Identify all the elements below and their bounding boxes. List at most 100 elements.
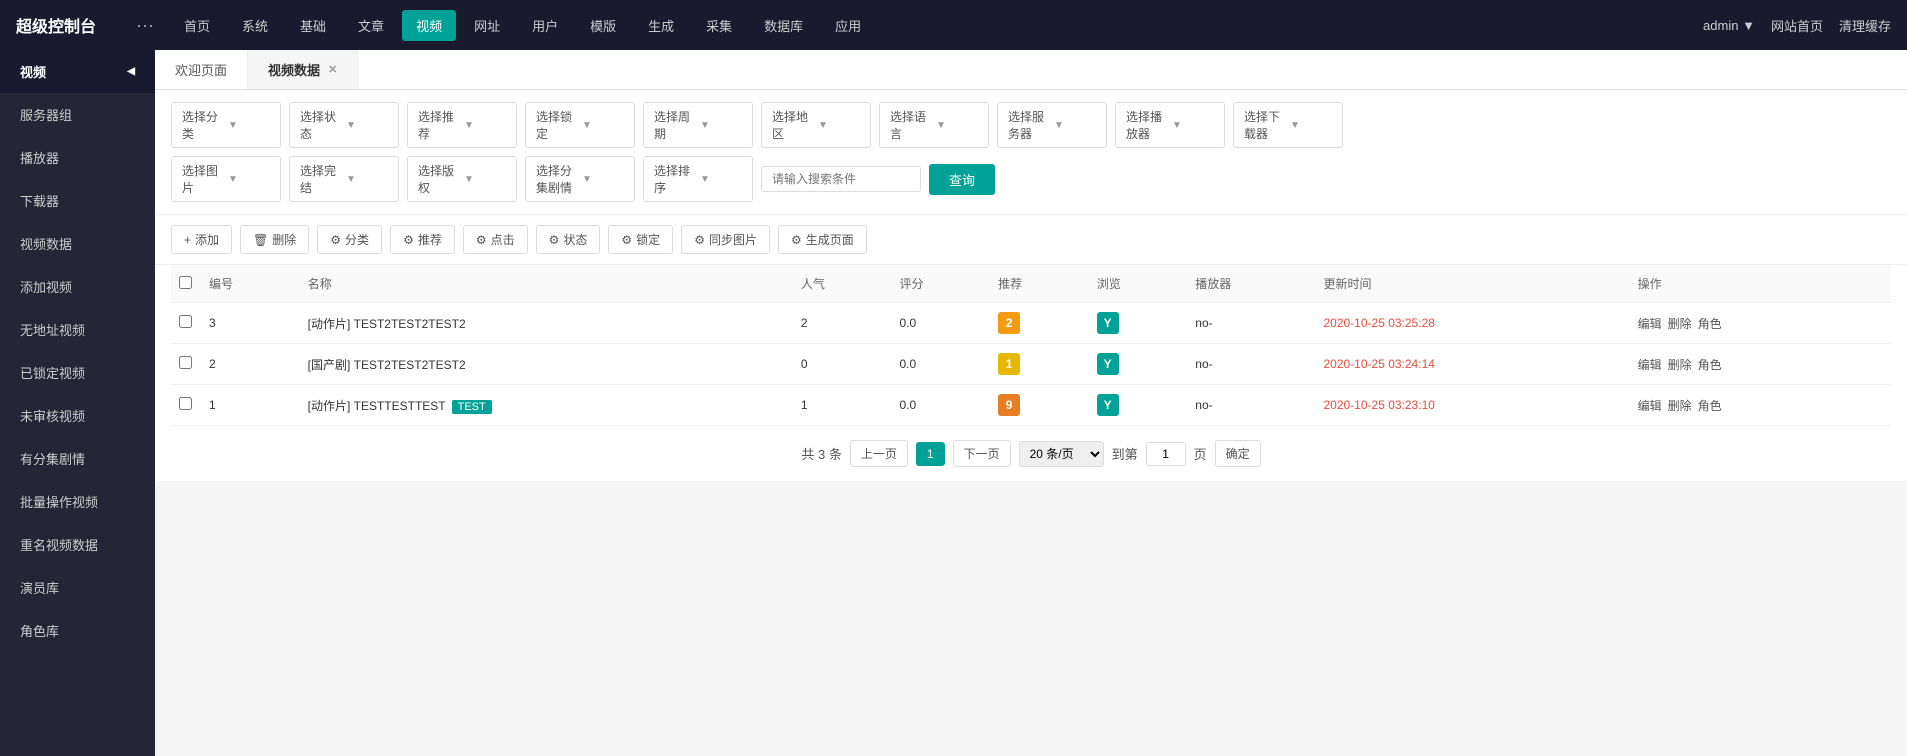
f-status[interactable]: 选择状态▼ bbox=[289, 102, 399, 148]
toolbar-btn-1[interactable]: 🗑删除 bbox=[240, 225, 309, 254]
more-dots[interactable]: ··· bbox=[136, 15, 154, 36]
nav-item-模版[interactable]: 模版 bbox=[576, 10, 630, 41]
sidebar-item-5[interactable]: 添加视频 bbox=[0, 265, 155, 308]
action-删除-0[interactable]: 删除 bbox=[1668, 317, 1692, 331]
toolbar-btn-8[interactable]: ⚙生成页面 bbox=[778, 225, 867, 254]
per-page-select[interactable]: 20 条/页 50 条/页 100 条/页 bbox=[1019, 441, 1104, 467]
toolbar-btn-icon-5: ⚙ bbox=[549, 233, 560, 247]
cell-recommend-0: 2 bbox=[990, 303, 1089, 344]
sidebar-item-3[interactable]: 下载器 bbox=[0, 179, 155, 222]
query-button[interactable]: 查询 bbox=[929, 164, 995, 195]
prev-page-button[interactable]: 上一页 bbox=[850, 440, 908, 467]
f-finish-arrow: ▼ bbox=[346, 174, 388, 185]
f-copyright[interactable]: 选择版权▼ bbox=[407, 156, 517, 202]
sidebar-item-7[interactable]: 已锁定视频 bbox=[0, 351, 155, 394]
toolbar: +添加🗑删除⚙分类⚙推荐⚙点击⚙状态⚙锁定⚙同步图片⚙生成页面 bbox=[155, 215, 1907, 265]
sidebar-item-10[interactable]: 批量操作视频 bbox=[0, 480, 155, 523]
sidebar-item-0[interactable]: 视频◀ bbox=[0, 50, 155, 93]
next-page-button[interactable]: 下一页 bbox=[953, 440, 1011, 467]
toolbar-btn-icon-0: + bbox=[184, 233, 191, 247]
cell-popularity-2: 1 bbox=[793, 385, 892, 426]
action-编辑-0[interactable]: 编辑 bbox=[1638, 317, 1662, 331]
nav-item-视频[interactable]: 视频 bbox=[402, 10, 456, 41]
cell-rating-0: 0.0 bbox=[891, 303, 990, 344]
sidebar-item-4[interactable]: 视频数据 bbox=[0, 222, 155, 265]
f-server-arrow: ▼ bbox=[1054, 120, 1096, 131]
toolbar-btn-4[interactable]: ⚙点击 bbox=[463, 225, 528, 254]
action-编辑-2[interactable]: 编辑 bbox=[1638, 399, 1662, 413]
data-table: 编号名称人气评分推荐浏览播放器更新时间操作 3 [动作片] TEST2TEST2… bbox=[171, 265, 1891, 426]
action-角色-2[interactable]: 角色 bbox=[1698, 399, 1722, 413]
nav-item-文章[interactable]: 文章 bbox=[344, 10, 398, 41]
f-downloader[interactable]: 选择下载器▼ bbox=[1233, 102, 1343, 148]
f-image[interactable]: 选择图片▼ bbox=[171, 156, 281, 202]
action-角色-1[interactable]: 角色 bbox=[1698, 358, 1722, 372]
f-episode[interactable]: 选择分集剧情▼ bbox=[525, 156, 635, 202]
nav-item-应用[interactable]: 应用 bbox=[821, 10, 875, 41]
f-period[interactable]: 选择周期▼ bbox=[643, 102, 753, 148]
action-删除-1[interactable]: 删除 bbox=[1668, 358, 1692, 372]
toolbar-btn-label-3: 推荐 bbox=[418, 231, 442, 248]
th-播放器: 播放器 bbox=[1187, 265, 1315, 303]
page-unit-label: 页 bbox=[1194, 444, 1207, 463]
nav-item-系统[interactable]: 系统 bbox=[228, 10, 282, 41]
sidebar-item-13[interactable]: 角色库 bbox=[0, 609, 155, 652]
toolbar-btn-label-8: 生成页面 bbox=[806, 231, 854, 248]
tab-close-1[interactable]: ✕ bbox=[328, 63, 337, 76]
nav-item-数据库[interactable]: 数据库 bbox=[750, 10, 817, 41]
toolbar-btn-5[interactable]: ⚙状态 bbox=[536, 225, 601, 254]
sidebar-item-11[interactable]: 重名视频数据 bbox=[0, 523, 155, 566]
tab-1[interactable]: 视频数据✕ bbox=[248, 50, 358, 89]
f-server[interactable]: 选择服务器▼ bbox=[997, 102, 1107, 148]
current-page-button[interactable]: 1 bbox=[916, 442, 945, 466]
f-player[interactable]: 选择播放器▼ bbox=[1115, 102, 1225, 148]
nav-item-采集[interactable]: 采集 bbox=[692, 10, 746, 41]
table-body: 3 [动作片] TEST2TEST2TEST2 2 0.0 2 Y no- 20… bbox=[171, 303, 1891, 426]
filter-row-2: 选择图片▼选择完结▼选择版权▼选择分集剧情▼选择排序▼ 查询 bbox=[171, 156, 1891, 202]
toolbar-btn-2[interactable]: ⚙分类 bbox=[317, 225, 382, 254]
sidebar-item-9[interactable]: 有分集剧情 bbox=[0, 437, 155, 480]
nav-item-用户[interactable]: 用户 bbox=[518, 10, 572, 41]
row-checkbox-1[interactable] bbox=[179, 356, 192, 369]
nav-item-生成[interactable]: 生成 bbox=[634, 10, 688, 41]
nav-item-基础[interactable]: 基础 bbox=[286, 10, 340, 41]
cell-recommend-1: 1 bbox=[990, 344, 1089, 385]
f-finish[interactable]: 选择完结▼ bbox=[289, 156, 399, 202]
f-lock-arrow: ▼ bbox=[582, 120, 624, 131]
f-category[interactable]: 选择分类▼ bbox=[171, 102, 281, 148]
toolbar-btn-3[interactable]: ⚙推荐 bbox=[390, 225, 455, 254]
toolbar-btn-0[interactable]: +添加 bbox=[171, 225, 232, 254]
f-region[interactable]: 选择地区▼ bbox=[761, 102, 871, 148]
f-sort[interactable]: 选择排序▼ bbox=[643, 156, 753, 202]
row-checkbox-2[interactable] bbox=[179, 397, 192, 410]
th-评分: 评分 bbox=[891, 265, 990, 303]
row-checkbox-0[interactable] bbox=[179, 315, 192, 328]
action-编辑-1[interactable]: 编辑 bbox=[1638, 358, 1662, 372]
th-操作: 操作 bbox=[1630, 265, 1891, 303]
action-角色-0[interactable]: 角色 bbox=[1698, 317, 1722, 331]
tab-0[interactable]: 欢迎页面 bbox=[155, 50, 248, 89]
f-language[interactable]: 选择语言▼ bbox=[879, 102, 989, 148]
toolbar-btn-7[interactable]: ⚙同步图片 bbox=[681, 225, 770, 254]
nav-item-首页[interactable]: 首页 bbox=[170, 10, 224, 41]
sidebar-item-6[interactable]: 无地址视频 bbox=[0, 308, 155, 351]
f-recommend[interactable]: 选择推荐▼ bbox=[407, 102, 517, 148]
search-input[interactable] bbox=[761, 166, 921, 192]
sidebar-item-2[interactable]: 播放器 bbox=[0, 136, 155, 179]
app-logo: 超级控制台 bbox=[16, 13, 96, 37]
select-all-checkbox[interactable] bbox=[179, 276, 192, 289]
toolbar-btn-6[interactable]: ⚙锁定 bbox=[608, 225, 673, 254]
goto-page-input[interactable] bbox=[1146, 442, 1186, 466]
recommend-badge-1: 1 bbox=[998, 353, 1020, 375]
site-home-link[interactable]: 网站首页 bbox=[1771, 16, 1823, 35]
clear-cache-link[interactable]: 清理缓存 bbox=[1839, 16, 1891, 35]
admin-button[interactable]: admin ▼ bbox=[1703, 18, 1755, 33]
nav-item-网址[interactable]: 网址 bbox=[460, 10, 514, 41]
sidebar-item-12[interactable]: 演员库 bbox=[0, 566, 155, 609]
sidebar-item-1[interactable]: 服务器组 bbox=[0, 93, 155, 136]
sidebar-item-8[interactable]: 未审核视频 bbox=[0, 394, 155, 437]
f-sort-arrow: ▼ bbox=[700, 174, 742, 185]
f-lock[interactable]: 选择锁定▼ bbox=[525, 102, 635, 148]
action-删除-2[interactable]: 删除 bbox=[1668, 399, 1692, 413]
goto-confirm-button[interactable]: 确定 bbox=[1215, 440, 1261, 467]
